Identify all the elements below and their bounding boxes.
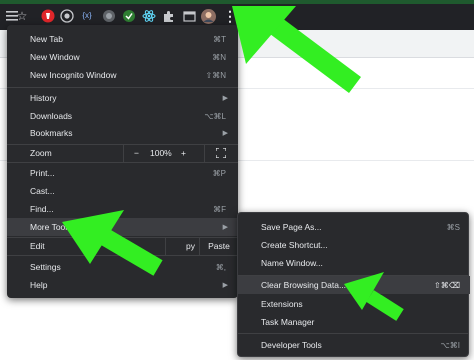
menu-item-shortcut: ⌘F: [213, 204, 226, 214]
menu-item-downloads[interactable]: Downloads ⌥⌘L: [7, 107, 238, 125]
menu-separator: [7, 87, 238, 88]
submenu-item-task-manager[interactable]: Task Manager: [238, 313, 470, 331]
red-extension-icon[interactable]: [40, 8, 56, 24]
menu-item-label: Developer Tools: [261, 340, 322, 350]
menu-item-label: New Incognito Window: [30, 70, 117, 80]
menu-separator: [7, 162, 238, 163]
submenu-arrow-icon: ▶: [222, 224, 228, 231]
more-tools-submenu: Save Page As... ⌘S Create Shortcut... Na…: [237, 212, 470, 357]
submenu-item-name-window[interactable]: Name Window...: [238, 254, 470, 272]
menu-item-label: Name Window...: [261, 258, 323, 268]
puzzle-extensions-icon[interactable]: [160, 8, 176, 24]
menu-item-print[interactable]: Print... ⌘P: [7, 164, 238, 182]
paste-button[interactable]: Paste: [199, 237, 238, 255]
zoom-level: 100%: [150, 148, 172, 158]
submenu-arrow-icon: ▶: [222, 282, 228, 289]
zoom-out-button[interactable]: −: [134, 148, 139, 158]
submenu-item-extensions[interactable]: Extensions: [238, 295, 470, 313]
submenu-item-developer-tools[interactable]: Developer Tools ⌥⌘I: [238, 336, 470, 354]
menu-item-settings[interactable]: Settings ⌘,: [7, 258, 238, 276]
menu-item-label: Edit: [30, 241, 45, 251]
menu-item-shortcut: ⌘N: [212, 52, 226, 62]
menu-item-shortcut: ⌘T: [213, 34, 226, 44]
menu-item-label: More Tools: [30, 222, 72, 232]
star-icon[interactable]: ☆: [14, 8, 30, 24]
menu-item-cast[interactable]: Cast...: [7, 182, 238, 200]
menu-item-label: History: [30, 93, 57, 103]
copy-button[interactable]: py: [165, 237, 199, 255]
menu-item-new-tab[interactable]: New Tab ⌘T: [7, 30, 238, 48]
submenu-item-save-page-as[interactable]: Save Page As... ⌘S: [238, 218, 470, 236]
tab-search-icon[interactable]: [181, 8, 197, 24]
zoom-divider: [204, 144, 205, 162]
menu-item-shortcut: ⌘,: [215, 262, 226, 272]
menu-item-label: New Window: [30, 52, 80, 62]
menu-item-label: Save Page As...: [261, 222, 322, 232]
submenu-item-create-shortcut[interactable]: Create Shortcut...: [238, 236, 470, 254]
chrome-main-menu: New Tab ⌘T New Window ⌘N New Incognito W…: [7, 25, 238, 298]
menu-item-label: Zoom: [30, 148, 52, 158]
menu-item-history[interactable]: History ▶: [7, 89, 238, 107]
fullscreen-icon[interactable]: [216, 148, 226, 158]
grey-extension-icon[interactable]: [101, 8, 117, 24]
menu-item-shortcut: ⇧⌘⌫: [433, 280, 460, 290]
menu-item-new-window[interactable]: New Window ⌘N: [7, 48, 238, 66]
green-extension-icon[interactable]: [121, 8, 137, 24]
zoom-controls: − 100% +: [123, 144, 238, 162]
submenu-item-clear-browsing-data[interactable]: Clear Browsing Data... ⇧⌘⌫: [238, 276, 470, 294]
menu-item-shortcut: ⌘P: [212, 168, 226, 178]
menu-item-label: Find...: [30, 204, 54, 214]
menu-item-label: Downloads: [30, 111, 73, 121]
submenu-arrow-icon: ▶: [222, 95, 228, 102]
code-extension-icon[interactable]: {x}: [79, 8, 95, 24]
menu-item-label: Clear Browsing Data...: [261, 280, 347, 290]
menu-item-label: New Tab: [30, 34, 63, 44]
menu-item-label: Extensions: [261, 299, 303, 309]
menu-item-more-tools[interactable]: More Tools ▶: [7, 218, 238, 236]
menu-item-shortcut: ⌥⌘L: [204, 111, 226, 121]
menu-item-label: Create Shortcut...: [261, 240, 328, 250]
menu-item-label: Task Manager: [261, 317, 315, 327]
menu-item-help[interactable]: Help ▶: [7, 276, 238, 294]
menu-item-label: Bookmarks: [30, 128, 73, 138]
record-extension-icon[interactable]: [59, 8, 75, 24]
menu-item-edit: Edit py Paste: [7, 237, 238, 255]
menu-item-bookmarks[interactable]: Bookmarks ▶: [7, 124, 238, 142]
menu-item-label: Print...: [30, 168, 55, 178]
react-extension-icon[interactable]: [141, 8, 157, 24]
menu-item-label: Help: [30, 280, 48, 290]
submenu-arrow-icon: ▶: [222, 130, 228, 137]
menu-item-shortcut: ⌥⌘I: [440, 340, 460, 350]
menu-item-label: Cast...: [30, 186, 55, 196]
menu-item-zoom: Zoom − 100% +: [7, 144, 238, 162]
tab-strip-edge: [0, 0, 474, 4]
menu-item-find[interactable]: Find... ⌘F: [7, 200, 238, 218]
menu-item-label: Settings: [30, 262, 61, 272]
menu-separator: [238, 333, 468, 334]
kebab-menu-icon[interactable]: ⋮: [222, 8, 238, 24]
menu-item-shortcut: ⇧⌘N: [205, 70, 226, 80]
menu-item-shortcut: ⌘S: [446, 222, 460, 232]
zoom-in-button[interactable]: +: [181, 148, 186, 158]
profile-avatar[interactable]: [200, 8, 216, 24]
menu-item-new-incognito-window[interactable]: New Incognito Window ⇧⌘N: [7, 66, 238, 84]
menu-separator: [7, 255, 238, 256]
